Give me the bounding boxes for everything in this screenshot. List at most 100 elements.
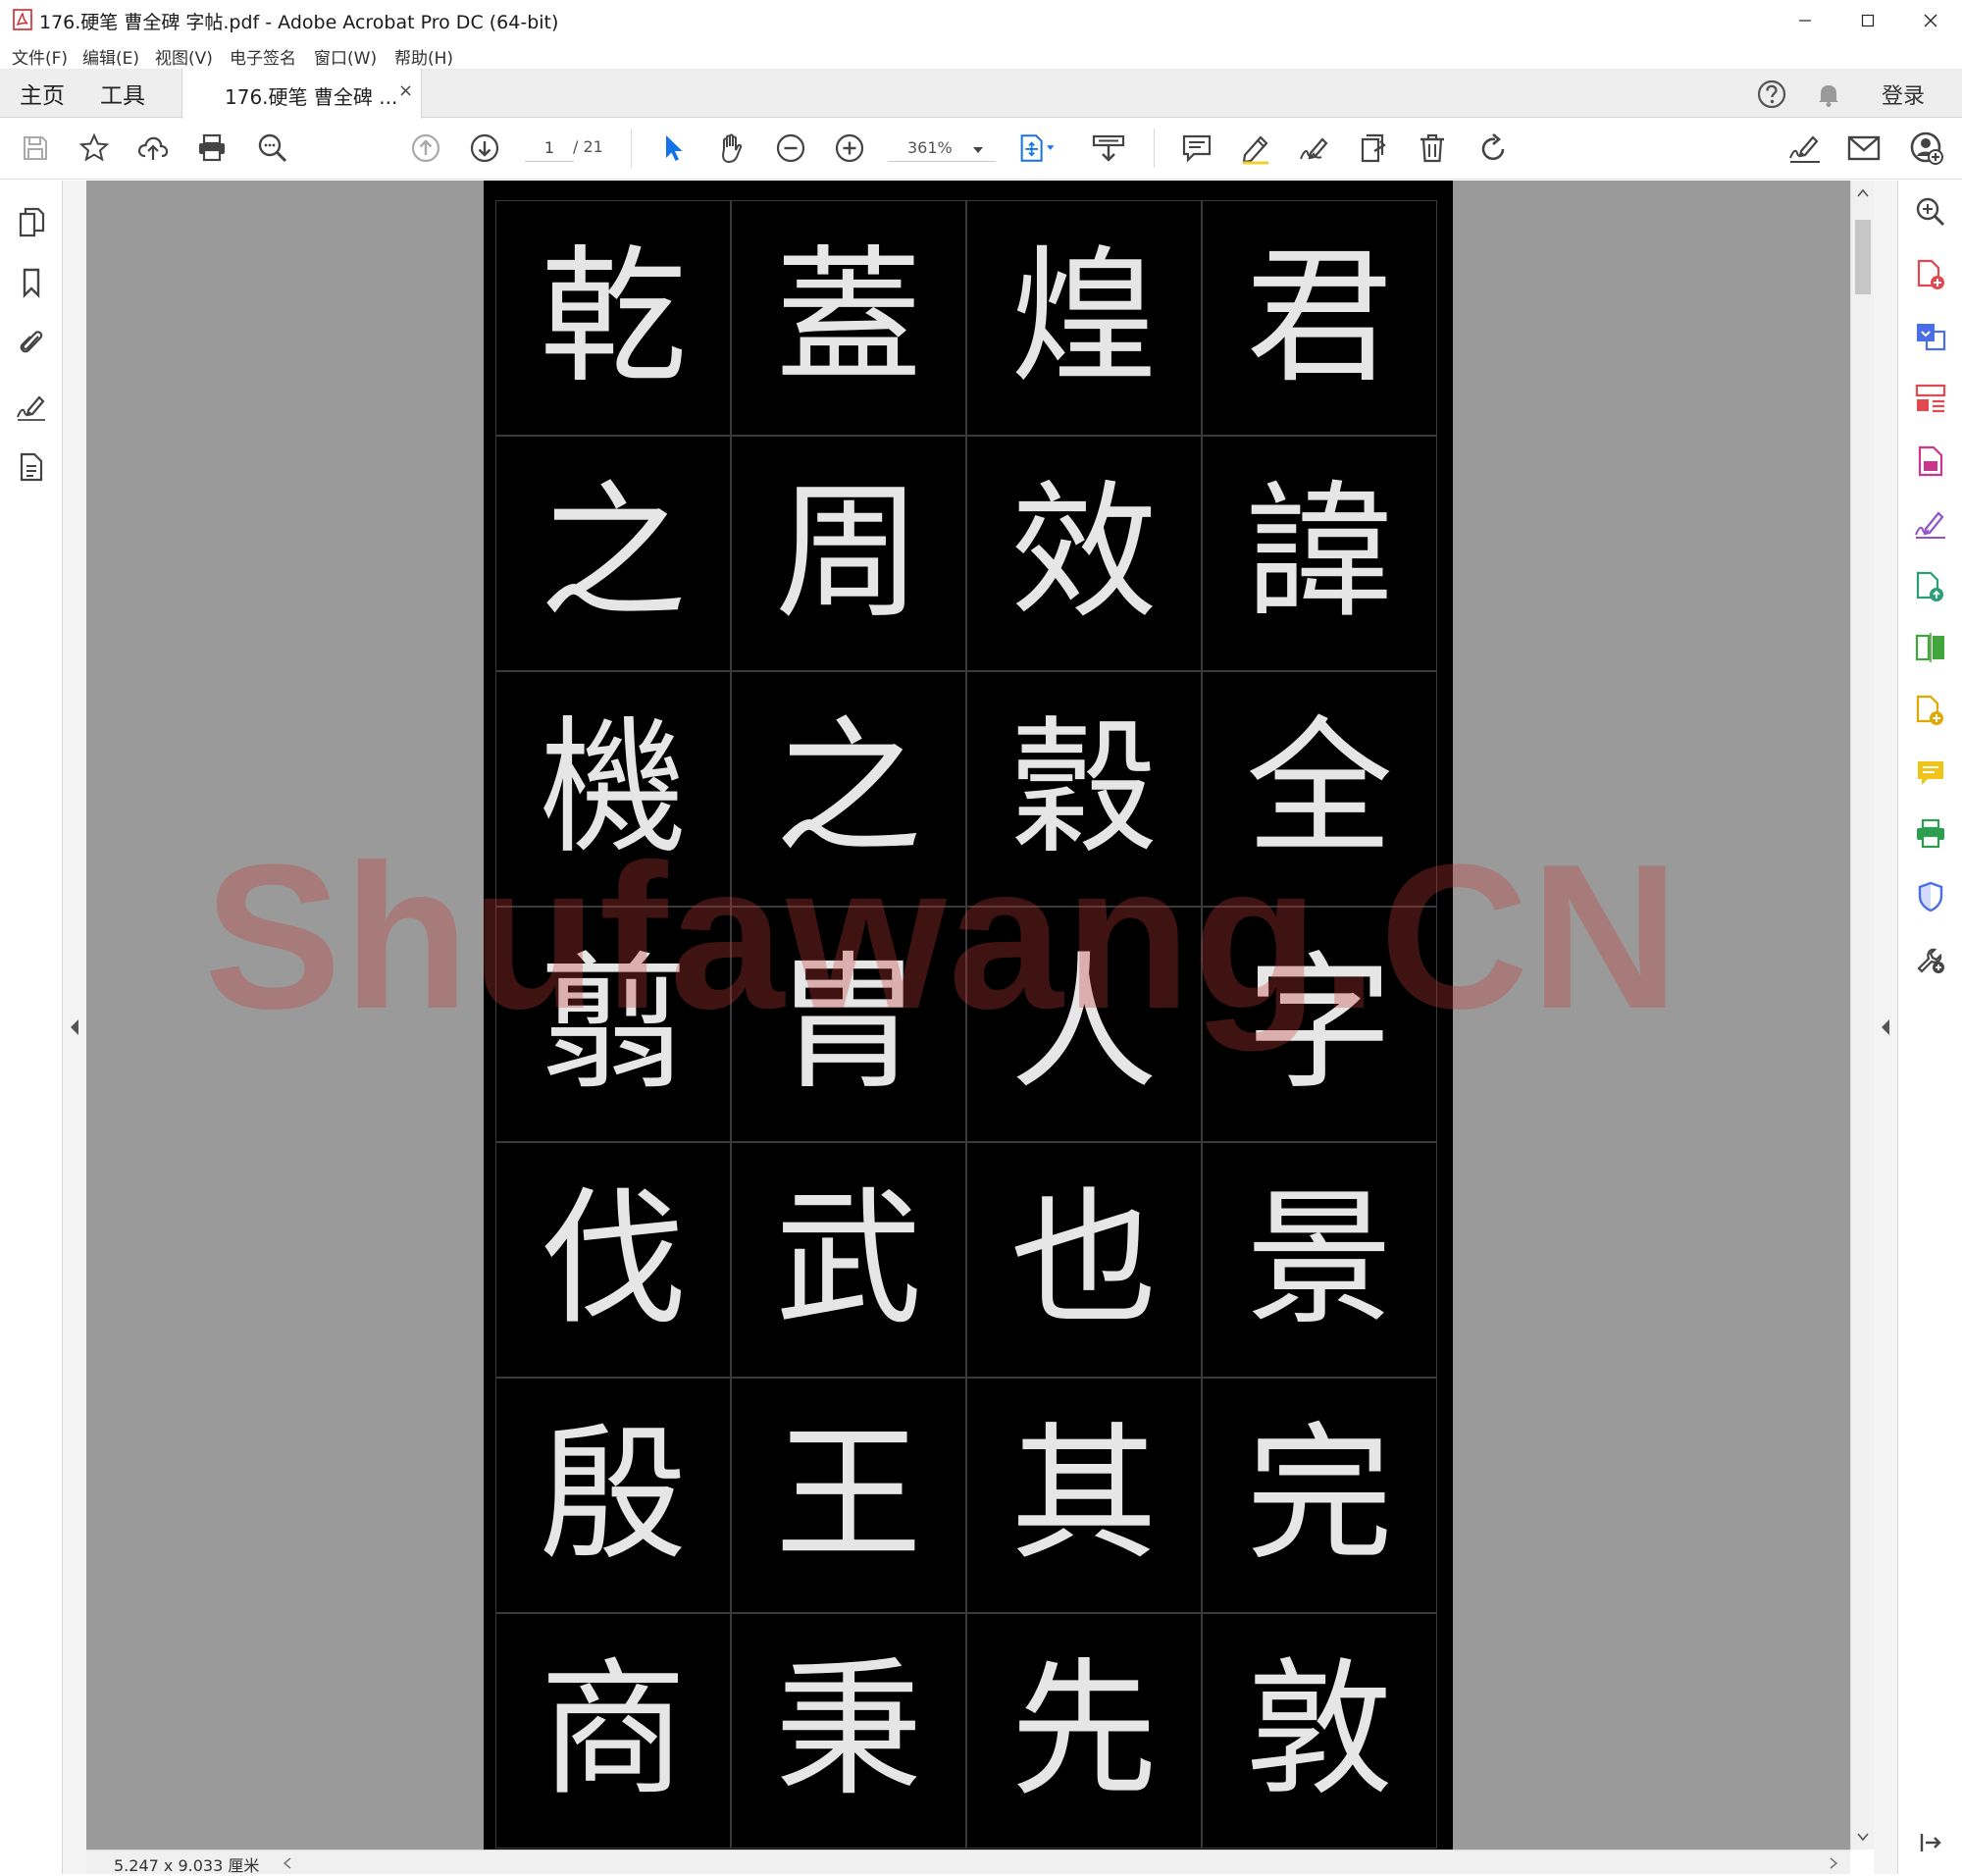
scrollbar-thumb[interactable] [1855,220,1871,294]
pdf-page: 君諱全字景完敦 煌效穀人也其先 蓋周之胄武王秉 乾之機翦伐殷商 [484,181,1453,1850]
page-fit-icon[interactable] [1018,129,1058,168]
menu-view[interactable]: 视图(V) [155,44,213,69]
window-title: 176.硬笔 曹全碑 字帖.pdf - Adobe Acrobat Pro DC… [39,12,559,33]
hand-tool-icon[interactable] [712,129,751,168]
next-page-icon[interactable] [465,129,504,168]
calligraphy-character: 景 [1245,1174,1393,1345]
menu-edit[interactable]: 编辑(E) [82,44,139,69]
character-cell: 全 [1202,671,1437,907]
menu-esign[interactable]: 电子签名 [230,44,296,69]
email-icon[interactable] [1844,129,1884,168]
tab-home[interactable]: 主页 [20,77,65,110]
comment-tool-icon[interactable] [1911,754,1950,793]
export-pdf-icon[interactable] [1911,316,1950,355]
tab-document[interactable]: 176.硬笔 曹全碑 ... × [181,69,422,119]
character-cell: 也 [966,1142,1202,1378]
attachments-paperclip-icon[interactable] [14,324,49,359]
calligraphy-character: 武 [774,1174,922,1345]
character-cell: 胄 [731,907,966,1142]
character-cell: 周 [731,436,966,671]
page-thumbnails-icon[interactable] [14,204,49,239]
zoom-out-icon[interactable] [771,129,810,168]
page-total: / 21 [573,137,603,156]
bookmarks-icon[interactable] [14,265,49,300]
right-pane-toggle[interactable] [1874,181,1897,1874]
calligraphy-character: 機 [539,704,687,874]
character-cell: 殷 [495,1378,731,1613]
read-mode-icon[interactable] [1089,129,1128,168]
menu-file[interactable]: 文件(F) [12,44,68,69]
save-icon[interactable] [16,129,55,168]
character-cell: 機 [495,671,731,907]
right-tools-pane [1897,181,1962,1874]
close-window-button[interactable] [1899,0,1962,41]
signature-pen-icon[interactable] [1295,129,1334,168]
compare-files-icon[interactable] [1911,628,1950,667]
calligraphy-character: 敦 [1245,1645,1393,1816]
fill-sign-pen-icon[interactable] [1911,504,1950,544]
page-number-input[interactable] [525,134,574,162]
create-pdf-icon[interactable] [1911,255,1950,294]
menu-bar: 文件(F) 编辑(E) 视图(V) 电子签名 窗口(W) 帮助(H) [0,41,1962,69]
calligraphy-character: 蓋 [774,233,922,403]
select-cursor-icon[interactable] [653,129,693,168]
calligraphy-character: 字 [1245,939,1393,1110]
calligraphy-character: 效 [1009,468,1158,639]
chevron-down-icon [972,140,984,159]
calligraphy-character: 先 [1009,1645,1158,1816]
help-icon[interactable] [1756,78,1787,110]
notification-bell-icon[interactable] [1813,78,1844,110]
character-cell: 蓋 [731,200,966,436]
menu-help[interactable]: 帮助(H) [394,44,453,69]
signature-panel-icon[interactable] [14,389,49,424]
minimize-button[interactable] [1774,0,1836,41]
maximize-button[interactable] [1836,0,1899,41]
character-cell: 煌 [966,200,1202,436]
collapse-pane-icon[interactable] [1911,1823,1950,1862]
calligraphy-character: 之 [774,704,922,874]
previous-page-icon[interactable] [406,129,445,168]
title-bar: 176.硬笔 曹全碑 字帖.pdf - Adobe Acrobat Pro DC… [0,0,1962,41]
share-document-icon[interactable] [1354,129,1393,168]
cloud-upload-icon[interactable] [133,129,173,168]
character-cell: 穀 [966,671,1202,907]
vertical-scrollbar[interactable] [1850,181,1874,1850]
print-production-icon[interactable] [1911,814,1950,854]
character-cell: 翦 [495,907,731,1142]
fill-sign-icon[interactable] [1785,129,1825,168]
combine-files-icon[interactable] [1911,691,1950,730]
more-tools-icon[interactable] [1911,940,1950,979]
character-cell: 伐 [495,1142,731,1378]
tab-bar: 主页 工具 176.硬笔 曹全碑 ... × 登录 [0,69,1962,119]
send-for-review-icon[interactable] [1911,567,1950,606]
add-user-icon[interactable] [1907,129,1946,168]
calligraphy-character: 穀 [1009,704,1158,874]
calligraphy-character: 君 [1245,233,1393,403]
comment-icon[interactable] [1177,129,1216,168]
highlight-pen-icon[interactable] [1236,129,1275,168]
zoom-level-dropdown[interactable]: 361% [888,134,996,162]
edit-pdf-icon[interactable] [1911,442,1950,481]
character-cell: 其 [966,1378,1202,1613]
toolbar-divider [631,129,632,168]
calligraphy-character: 完 [1245,1410,1393,1581]
character-cell: 敦 [1202,1613,1437,1849]
document-properties-icon[interactable] [14,449,49,485]
left-pane-toggle[interactable] [63,181,86,1874]
organize-pages-icon[interactable] [1911,379,1950,418]
character-cell: 效 [966,436,1202,671]
zoom-in-icon[interactable] [830,129,869,168]
search-icon[interactable] [1911,192,1950,232]
print-icon[interactable] [192,129,232,168]
protect-shield-icon[interactable] [1911,877,1950,916]
delete-trash-icon[interactable] [1413,129,1452,168]
menu-window[interactable]: 窗口(W) [314,44,377,69]
rotate-icon[interactable] [1473,129,1513,168]
close-tab-icon[interactable]: × [398,80,413,101]
login-link[interactable]: 登录 [1882,78,1925,110]
search-icon[interactable] [253,129,292,168]
tab-tools[interactable]: 工具 [100,77,145,110]
calligraphy-character: 全 [1245,704,1393,874]
document-viewport[interactable]: 君諱全字景完敦煌效穀人也其先蓋周之胄武王秉乾之機翦伐殷商 Shufawang.C… [86,181,1850,1850]
bookmark-star-icon[interactable] [75,129,114,168]
